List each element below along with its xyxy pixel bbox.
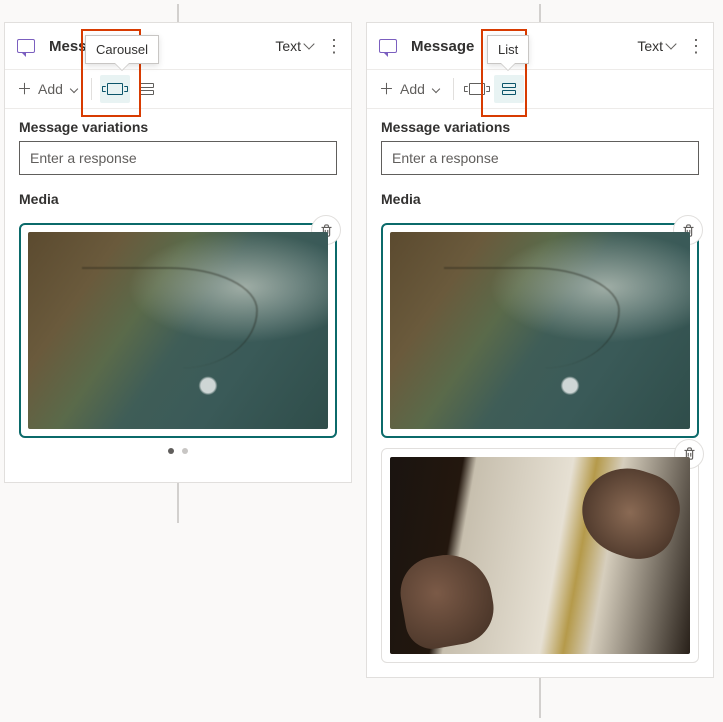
carousel-dot-active[interactable]: [168, 448, 174, 454]
output-type-label: Text: [275, 38, 301, 54]
tooltip-text: Carousel: [96, 42, 148, 57]
message-node-right: Message Text ⋮ List ＋ Add: [366, 22, 714, 678]
media-thumbnail: [390, 457, 690, 654]
add-button[interactable]: ＋ Add: [373, 77, 445, 101]
layout-list-button[interactable]: [132, 75, 162, 103]
output-type-dropdown[interactable]: Text: [275, 38, 313, 54]
node-subbar: ＋ Add: [5, 69, 351, 109]
tooltip-carousel: Carousel: [85, 35, 159, 64]
list-icon: [140, 83, 154, 95]
media-heading: Media: [367, 181, 713, 213]
add-label: Add: [400, 81, 425, 97]
carousel-dot[interactable]: [182, 448, 188, 454]
chevron-down-icon: [303, 38, 314, 49]
layout-carousel-button[interactable]: [100, 75, 130, 103]
more-menu-button[interactable]: ⋮: [325, 37, 343, 55]
media-heading: Media: [5, 181, 351, 213]
media-thumbnail: [390, 232, 690, 429]
plus-icon: ＋: [17, 82, 32, 97]
output-type-dropdown[interactable]: Text: [637, 38, 675, 54]
carousel-pagination-dots: [19, 438, 337, 468]
list-icon: [502, 83, 516, 95]
response-input[interactable]: [19, 141, 337, 175]
more-menu-button[interactable]: ⋮: [687, 37, 705, 55]
add-button[interactable]: ＋ Add: [11, 77, 83, 101]
variations-heading: Message variations: [367, 109, 713, 141]
tooltip-list: List: [487, 35, 529, 64]
message-icon: [17, 39, 35, 53]
node-subbar: ＋ Add: [367, 69, 713, 109]
chevron-down-icon: [665, 38, 676, 49]
node-topbar: Message Text ⋮ List: [367, 23, 713, 69]
node-topbar: Message Text ⋮ Carousel: [5, 23, 351, 69]
carousel-icon: [107, 83, 123, 95]
chevron-down-icon: [70, 85, 78, 93]
divider: [91, 78, 92, 100]
layout-list-button[interactable]: [494, 75, 524, 103]
media-card[interactable]: [381, 448, 699, 663]
carousel-icon: [469, 83, 485, 95]
plus-icon: ＋: [379, 82, 394, 97]
variations-heading: Message variations: [5, 109, 351, 141]
layout-carousel-button[interactable]: [462, 75, 492, 103]
response-input[interactable]: [381, 141, 699, 175]
message-icon: [379, 39, 397, 53]
message-node-left: Message Text ⋮ Carousel ＋ Add: [4, 22, 352, 483]
divider: [453, 78, 454, 100]
media-thumbnail: [28, 232, 328, 429]
node-title: Message: [411, 38, 474, 55]
chevron-down-icon: [432, 85, 440, 93]
media-card[interactable]: [381, 223, 699, 438]
media-card[interactable]: [19, 223, 337, 438]
output-type-label: Text: [637, 38, 663, 54]
tooltip-text: List: [498, 42, 518, 57]
add-label: Add: [38, 81, 63, 97]
